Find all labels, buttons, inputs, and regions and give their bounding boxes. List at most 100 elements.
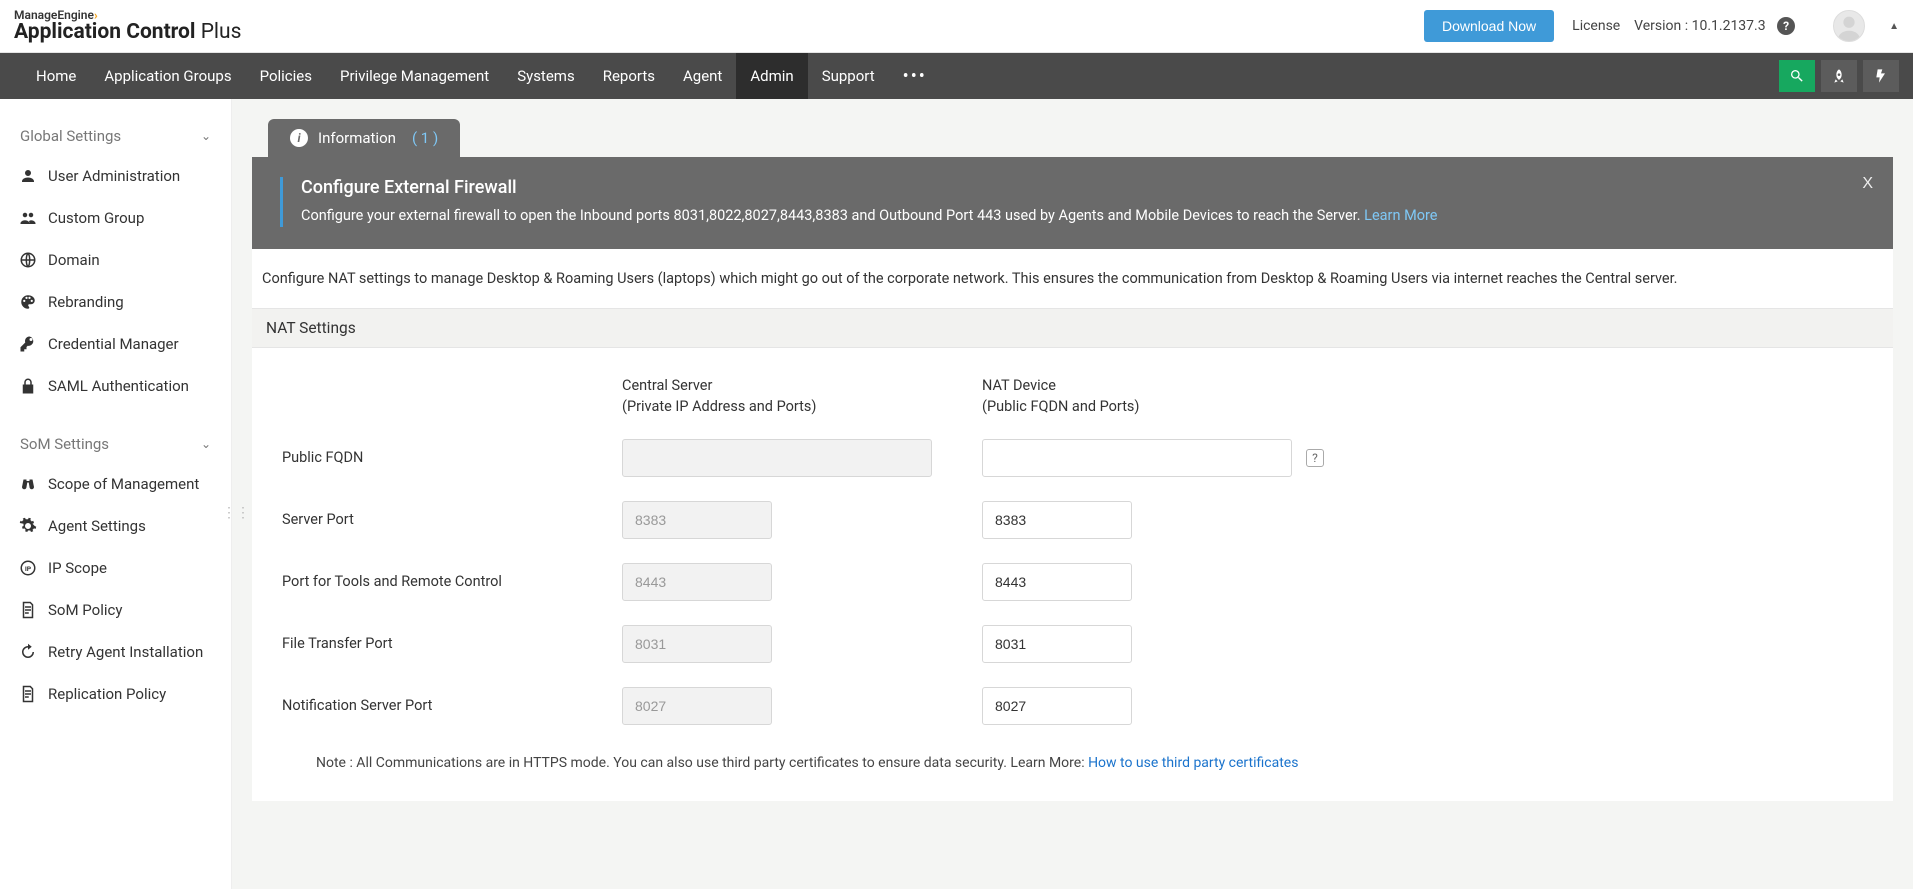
quick-action-button[interactable] [1863,60,1899,92]
binoculars-icon [18,475,38,493]
sidebar-item-custom-group[interactable]: Custom Group [0,197,231,239]
version-text: Version : 10.1.2137.3 [1634,18,1765,34]
input-tools-port-nat[interactable] [982,563,1132,601]
retry-icon [18,643,38,661]
sidebar-item-agent-settings[interactable]: Agent Settings [0,505,231,547]
banner-learn-more-link[interactable]: Learn More [1364,207,1437,224]
sidebar-item-user-administration[interactable]: User Administration [0,155,231,197]
product-brand: ManageEngine› Application Control Plus [14,9,241,44]
input-file-port-central [622,625,772,663]
sidebar-item-label: Retry Agent Installation [48,643,203,661]
sidebar-section-label: SoM Settings [20,435,109,453]
sidebar-item-label: SAML Authentication [48,377,189,395]
license-link[interactable]: License [1572,18,1620,34]
input-tools-port-central [622,563,772,601]
tab-count: ( 1 ) [412,129,438,147]
caret-up-icon[interactable]: ▲ [1889,21,1899,32]
input-notify-port-central [622,687,772,725]
announce-button[interactable] [1821,60,1857,92]
sidebar-item-label: User Administration [48,167,180,185]
sidebar-item-rebranding[interactable]: Rebranding [0,281,231,323]
nav-policies[interactable]: Policies [246,53,326,99]
label-tools-port: Port for Tools and Remote Control [282,573,622,590]
help-public-fqdn[interactable]: ? [1306,449,1324,467]
nav-more-icon[interactable]: ••• [889,53,941,99]
nav-agent[interactable]: Agent [669,53,736,99]
sidebar-item-retry-agent-installation[interactable]: Retry Agent Installation [0,631,231,673]
document-icon [18,601,38,619]
chevron-down-icon: ⌄ [201,129,211,143]
svg-text:IP: IP [25,565,32,573]
sidebar-item-label: Credential Manager [48,335,179,353]
nav-privilege-management[interactable]: Privilege Management [326,53,503,99]
section-header-nat-settings: NAT Settings [252,308,1893,348]
column-header-central: Central Server(Private IP Address and Po… [622,376,982,417]
label-notify-port: Notification Server Port [282,697,622,714]
replication-icon [18,685,38,703]
tab-label: Information [318,129,396,147]
nav-admin[interactable]: Admin [736,53,807,99]
sidebar-item-replication-policy[interactable]: Replication Policy [0,673,231,715]
sidebar-item-credential-manager[interactable]: Credential Manager [0,323,231,365]
help-icon[interactable]: ? [1777,17,1795,35]
nav-systems[interactable]: Systems [503,53,589,99]
key-icon [18,335,38,353]
user-avatar[interactable] [1833,10,1865,42]
nav-home[interactable]: Home [22,53,90,99]
banner-close-button[interactable]: X [1862,175,1873,193]
nav-reports[interactable]: Reports [589,53,669,99]
label-server-port: Server Port [282,511,622,528]
ip-icon: IP [18,559,38,577]
sidebar-item-label: SoM Policy [48,601,122,619]
column-header-nat: NAT Device(Public FQDN and Ports) [982,376,1342,417]
sidebar-item-saml-authentication[interactable]: SAML Authentication [0,365,231,407]
input-public-fqdn-central [622,439,932,477]
lock-icon [18,377,38,395]
sidebar-item-label: Domain [48,251,100,269]
info-icon: i [290,129,308,147]
bolt-icon [1873,68,1889,84]
intro-text: Configure NAT settings to manage Desktop… [252,249,1893,308]
input-server-port-nat[interactable] [982,501,1132,539]
user-icon [18,167,38,185]
tab-information[interactable]: i Information ( 1 ) [268,119,460,157]
chevron-down-icon: ⌄ [201,437,211,451]
sidebar-item-scope-of-management[interactable]: Scope of Management [0,463,231,505]
sidebar-item-label: Agent Settings [48,517,146,535]
sidebar-item-label: Scope of Management [48,475,199,493]
sidebar: Global Settings ⌄ User Administration Cu… [0,99,232,889]
rocket-icon [1831,68,1847,84]
main-navigation: Home Application Groups Policies Privile… [0,53,1913,99]
nav-application-groups[interactable]: Application Groups [90,53,245,99]
banner-title: Configure External Firewall [301,177,1865,198]
sidebar-section-label: Global Settings [20,127,121,145]
firewall-banner: Configure External Firewall Configure yo… [252,157,1893,249]
input-notify-port-nat[interactable] [982,687,1132,725]
sidebar-section-som-settings[interactable]: SoM Settings ⌄ [0,425,231,463]
sidebar-section-global-settings[interactable]: Global Settings ⌄ [0,117,231,155]
brand-main-strong: Application Control [14,20,195,44]
sidebar-item-label: Custom Group [48,209,144,227]
label-file-port: File Transfer Port [282,635,622,652]
brand-main-suffix: Plus [201,20,242,44]
sidebar-item-label: Rebranding [48,293,124,311]
download-now-button[interactable]: Download Now [1424,10,1554,42]
input-server-port-central [622,501,772,539]
sidebar-item-som-policy[interactable]: SoM Policy [0,589,231,631]
search-button[interactable] [1779,60,1815,92]
note-link-third-party-certs[interactable]: How to use third party certificates [1088,755,1298,771]
note-text: Note : All Communications are in HTTPS m… [282,749,1863,791]
palette-icon [18,293,38,311]
sidebar-item-domain[interactable]: Domain [0,239,231,281]
group-icon [18,209,38,227]
banner-body-text: Configure your external firewall to open… [301,207,1361,224]
globe-icon [18,251,38,269]
sidebar-collapse-handle[interactable]: ⋮⋮ [231,499,241,527]
sidebar-item-ip-scope[interactable]: IP IP Scope [0,547,231,589]
search-icon [1789,68,1805,84]
gear-icon [18,517,38,535]
input-file-port-nat[interactable] [982,625,1132,663]
sidebar-item-label: Replication Policy [48,685,166,703]
nav-support[interactable]: Support [808,53,889,99]
input-public-fqdn-nat[interactable] [982,439,1292,477]
